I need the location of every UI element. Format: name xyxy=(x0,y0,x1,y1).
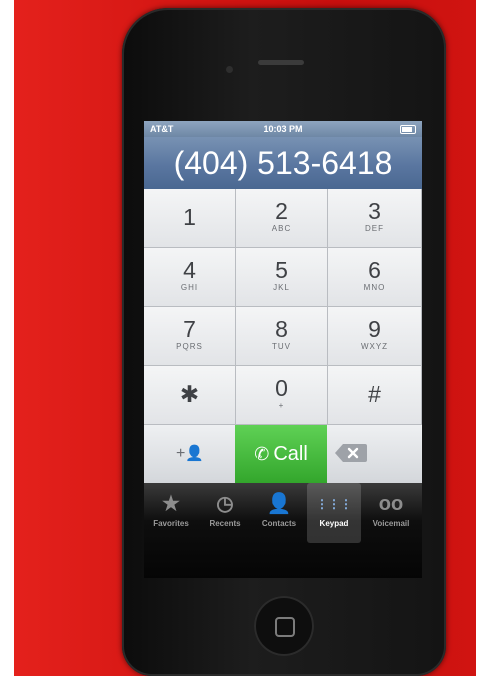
key-6[interactable]: 6 MNO xyxy=(328,248,422,307)
call-button[interactable]: ✆ Call xyxy=(235,425,327,483)
key-digit: 7 xyxy=(183,316,196,342)
tab-label: Keypad xyxy=(319,519,349,528)
delete-icon[interactable] xyxy=(334,443,368,463)
key-letters: TUV xyxy=(272,342,291,351)
key-star[interactable]: ✱ xyxy=(144,366,236,425)
tab-bar: ★ Favorites ◷ Recents 👤 Contacts ⋮⋮⋮ Key… xyxy=(144,483,422,578)
key-digit: ✱ xyxy=(179,381,200,407)
add-contact-button[interactable]: +👤 xyxy=(144,425,236,483)
clock-icon: ◷ xyxy=(216,493,234,515)
voicemail-icon: oo xyxy=(378,493,404,515)
tab-label: Voicemail xyxy=(372,519,410,528)
key-letters: WXYZ xyxy=(360,342,389,351)
keypad-action-row: +👤 ✆ Call xyxy=(144,425,422,483)
key-5[interactable]: 5 JKL xyxy=(236,248,328,307)
key-digit: 9 xyxy=(368,316,381,342)
tab-label: Favorites xyxy=(153,519,189,528)
key-9[interactable]: 9 WXYZ xyxy=(328,307,422,366)
key-3[interactable]: 3 DEF xyxy=(328,189,422,248)
key-letters: MNO xyxy=(363,283,386,292)
home-square-icon xyxy=(275,617,295,637)
dialed-number-display: (404) 513-6418 xyxy=(144,137,422,189)
key-4[interactable]: 4 GHI xyxy=(144,248,236,307)
person-icon: 👤 xyxy=(266,493,292,515)
key-0[interactable]: 0 + xyxy=(236,366,328,425)
front-camera xyxy=(226,66,233,73)
red-background: AT&T 10:03 PM (404) 513-6418 1 2 ABC 3 D… xyxy=(14,0,476,676)
key-1[interactable]: 1 xyxy=(144,189,236,248)
status-bar: AT&T 10:03 PM xyxy=(144,121,422,137)
key-8[interactable]: 8 TUV xyxy=(236,307,328,366)
tab-favorites[interactable]: ★ Favorites xyxy=(144,483,198,543)
tab-keypad[interactable]: ⋮⋮⋮ Keypad xyxy=(307,483,361,543)
call-label: Call xyxy=(273,443,308,465)
key-letters: DEF xyxy=(365,224,384,233)
tab-recents[interactable]: ◷ Recents xyxy=(198,483,252,543)
key-digit: 5 xyxy=(275,257,288,283)
add-contact-plus: + xyxy=(175,445,186,462)
phone-icon: ✆ xyxy=(254,444,270,464)
key-digit: 1 xyxy=(183,204,196,230)
keypad-icon: ⋮⋮⋮ xyxy=(316,497,352,511)
key-letters: ABC xyxy=(271,224,292,233)
key-letters: GHI xyxy=(180,283,199,292)
key-digit: 8 xyxy=(275,316,288,342)
key-7[interactable]: 7 PQRS xyxy=(144,307,236,366)
tab-voicemail[interactable]: oo Voicemail xyxy=(364,483,418,543)
key-digit: 3 xyxy=(368,198,381,224)
tab-contacts[interactable]: 👤 Contacts xyxy=(252,483,306,543)
earpiece-speaker xyxy=(258,60,304,65)
phone-screen: AT&T 10:03 PM (404) 513-6418 1 2 ABC 3 D… xyxy=(144,121,422,578)
tab-label: Contacts xyxy=(261,519,297,528)
key-digit: 4 xyxy=(183,257,196,283)
iphone-body: AT&T 10:03 PM (404) 513-6418 1 2 ABC 3 D… xyxy=(122,8,446,676)
key-hash[interactable]: # xyxy=(328,366,422,425)
key-digit: 0 xyxy=(275,375,288,401)
star-icon: ★ xyxy=(162,493,180,515)
key-letters: JKL xyxy=(273,283,290,292)
battery-icon xyxy=(400,125,416,134)
key-digit: 2 xyxy=(275,198,288,224)
key-2[interactable]: 2 ABC xyxy=(236,189,328,248)
key-letters: + xyxy=(278,401,285,410)
person-icon: 👤 xyxy=(185,445,205,462)
key-digit: # xyxy=(368,381,381,407)
key-letters: PQRS xyxy=(176,342,203,351)
tab-label: Recents xyxy=(209,519,241,528)
key-digit: 6 xyxy=(368,257,381,283)
status-time: 10:03 PM xyxy=(263,124,303,134)
home-button[interactable] xyxy=(254,596,314,656)
